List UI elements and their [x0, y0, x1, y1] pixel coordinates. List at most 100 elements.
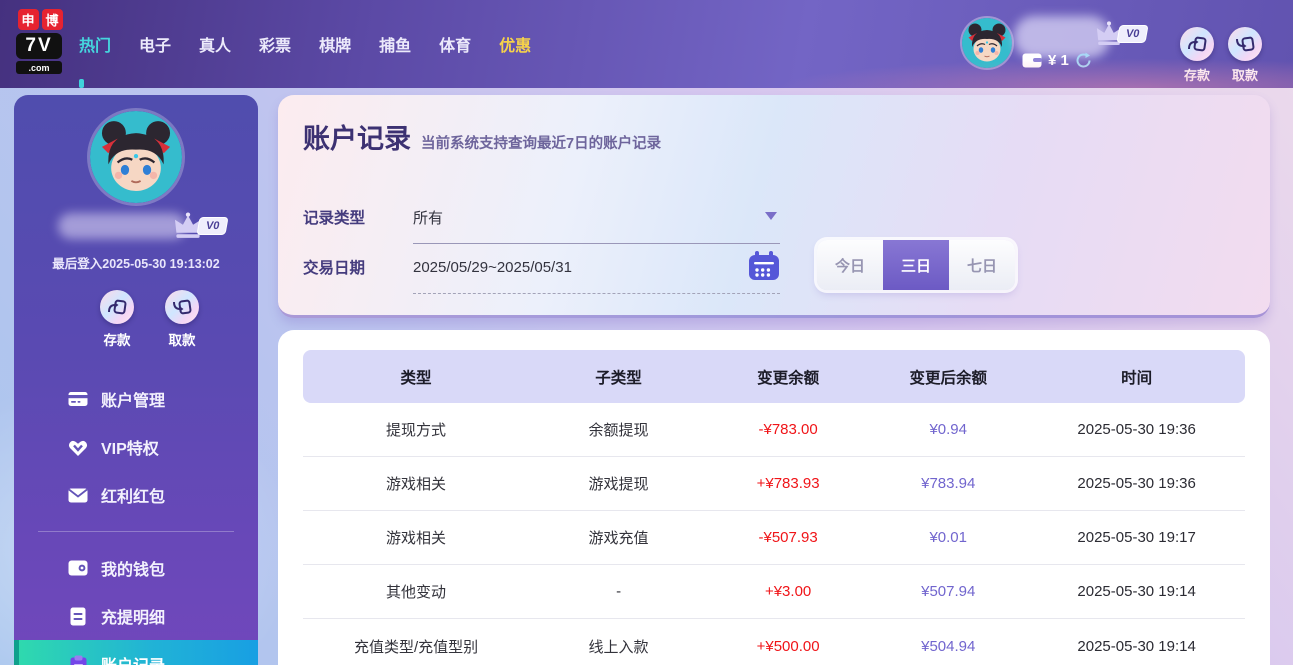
deposit-label: 存款: [103, 333, 131, 348]
main-nav: 热门 电子 真人 彩票 棋牌 捕鱼 体育 优惠: [79, 0, 531, 88]
cell-type: 提现方式: [386, 422, 447, 439]
record-type-select[interactable]: 所有: [413, 207, 443, 228]
vip-badge-icon: [68, 437, 88, 457]
withdraw-label: 取款: [1231, 68, 1258, 83]
nav-item-cards[interactable]: 棋牌: [319, 0, 351, 88]
cell-type: 游戏相关: [386, 476, 447, 493]
sidebar-item-deposit-withdraw-details[interactable]: 充提明细: [14, 592, 258, 640]
sidebar-vip-crown: V0: [172, 211, 230, 240]
withdraw-label: 取款: [168, 333, 196, 348]
vip-crown: V0: [1094, 20, 1150, 47]
nav-item-promo[interactable]: 优惠: [499, 0, 531, 88]
page-subtitle: 当前系统支持查询最近7日的账户记录: [421, 136, 662, 152]
cell-subtype: 余额提现: [588, 422, 649, 439]
logo-com: .com: [16, 61, 62, 74]
sidebar-vip-level-badge: V0: [196, 216, 230, 235]
nav-item-lottery[interactable]: 彩票: [259, 0, 291, 88]
column-header: 子类型: [595, 369, 642, 387]
page-title: 账户记录: [303, 124, 411, 154]
last-login-text: 最后登入2025-05-30 19:13:02: [52, 257, 220, 271]
date-range-label: 交易日期: [303, 260, 366, 277]
date-range-buttons: 今日 三日 七日: [817, 240, 1015, 290]
deposit-icon: [1180, 27, 1214, 61]
logo-7v: 7V: [16, 33, 62, 59]
sidebar-item-label: 账户记录: [101, 652, 165, 665]
sidebar-item-label: 我的钱包: [101, 562, 166, 579]
logo-char: 申: [17, 9, 39, 30]
cell-change-amount: -¥783.00: [758, 421, 818, 438]
range-button-seven-days[interactable]: 七日: [949, 240, 1015, 290]
sidebar-item-label: 红利红包: [101, 489, 166, 506]
nav-item-fishing[interactable]: 捕鱼: [379, 0, 411, 88]
sidebar-withdraw-button[interactable]: 取款: [160, 290, 204, 349]
cell-time: 2025-05-30 19:36: [1077, 475, 1196, 492]
cell-time: 2025-05-30 19:36: [1077, 421, 1196, 438]
column-header: 时间: [1121, 369, 1153, 387]
nav-item-sports[interactable]: 体育: [439, 0, 471, 88]
cell-time: 2025-05-30 19:14: [1077, 583, 1196, 600]
records-table-panel: 类型 子类型 变更余额 变更后余额 时间 提现方式 余额提现 -¥783.00 …: [278, 330, 1270, 665]
cell-type: 其他变动: [386, 584, 447, 601]
deposit-label: 存款: [1183, 68, 1210, 83]
cell-type: 游戏相关: [386, 530, 447, 547]
cell-change-amount: +¥3.00: [764, 583, 812, 600]
records-table: 类型 子类型 变更余额 变更后余额 时间 提现方式 余额提现 -¥783.00 …: [303, 350, 1245, 665]
date-range-input[interactable]: 2025/05/29~2025/05/31: [413, 259, 572, 276]
cell-type: 充值类型/充值型别: [353, 638, 479, 656]
sidebar-item-account-records[interactable]: 账户记录: [14, 640, 258, 665]
vip-level-badge: V0: [1116, 24, 1150, 43]
withdraw-icon: [165, 290, 199, 324]
cell-change-amount: +¥783.93: [756, 475, 820, 492]
deposit-icon: [100, 290, 134, 324]
cell-change-amount: +¥500.00: [756, 637, 820, 655]
brand-logo[interactable]: 申 博 7V .com: [16, 9, 64, 74]
nav-item-slots[interactable]: 电子: [139, 0, 171, 88]
sidebar-user-avatar[interactable]: [90, 111, 182, 203]
table-row: 其他变动 - +¥3.00 ¥507.94 2025-05-30 19:14: [303, 565, 1245, 619]
select-underline: [413, 243, 780, 244]
record-type-label: 记录类型: [303, 210, 366, 227]
sidebar-item-label: 充提明细: [101, 610, 166, 627]
range-button-today[interactable]: 今日: [817, 240, 883, 290]
cell-subtype: 游戏充值: [588, 530, 649, 547]
sidebar-item-account-management[interactable]: 账户管理: [14, 375, 258, 423]
nav-item-hot[interactable]: 热门: [79, 0, 111, 88]
sidebar-deposit-button[interactable]: 存款: [95, 290, 139, 349]
refresh-icon[interactable]: [1075, 52, 1092, 69]
clipboard-icon: [68, 654, 88, 665]
table-row: 提现方式 余额提现 -¥783.00 ¥0.94 2025-05-30 19:3…: [303, 403, 1245, 457]
cell-subtype: 游戏提现: [588, 476, 649, 493]
cell-balance-after: ¥783.94: [921, 475, 976, 492]
column-header: 变更余额: [757, 369, 820, 387]
wallet-icon: [1022, 53, 1042, 68]
user-avatar[interactable]: [962, 18, 1012, 68]
range-button-three-days[interactable]: 三日: [883, 240, 949, 290]
balance-amount: ¥ 1: [1048, 52, 1069, 69]
cell-balance-after: ¥0.94: [929, 421, 967, 438]
sidebar: V0 最后登入2025-05-30 19:13:02 存款 取款 账户管理 VI…: [14, 95, 258, 665]
deposit-button[interactable]: 存款: [1177, 27, 1217, 84]
nav-item-live[interactable]: 真人: [199, 0, 231, 88]
table-row: 游戏相关 游戏提现 +¥783.93 ¥783.94 2025-05-30 19…: [303, 457, 1245, 511]
cell-subtype: -: [616, 583, 622, 600]
sidebar-item-bonus-redpacket[interactable]: 红利红包: [14, 471, 258, 519]
cell-balance-after: ¥504.94: [921, 637, 976, 655]
top-header: 申 博 7V .com 热门 电子 真人 彩票 棋牌 捕鱼 体育 优惠 V0 ¥…: [0, 0, 1293, 88]
cell-subtype: 线上入款: [588, 638, 649, 656]
date-underline: [413, 293, 780, 294]
column-header: 类型: [400, 369, 432, 387]
sidebar-item-vip[interactable]: VIP特权: [14, 423, 258, 471]
table-header-row: 类型 子类型 变更余额 变更后余额 时间: [303, 350, 1245, 403]
chevron-down-icon: [765, 212, 777, 220]
withdraw-button[interactable]: 取款: [1225, 27, 1265, 84]
balance-row: ¥ 1: [1022, 52, 1092, 69]
statement-icon: [68, 606, 88, 626]
bank-card-icon: [68, 389, 88, 409]
table-row: 游戏相关 游戏充值 -¥507.93 ¥0.01 2025-05-30 19:1…: [303, 511, 1245, 565]
sidebar-item-my-wallet[interactable]: 我的钱包: [14, 544, 258, 592]
sidebar-menu: 账户管理 VIP特权 红利红包 我的钱包 充提明细: [14, 375, 258, 665]
filter-panel: 账户记录 当前系统支持查询最近7日的账户记录 记录类型 所有 交易日期 2025…: [278, 95, 1270, 318]
cell-balance-after: ¥507.94: [921, 583, 976, 600]
calendar-icon[interactable]: [748, 251, 780, 281]
sidebar-item-label: VIP特权: [101, 441, 159, 458]
